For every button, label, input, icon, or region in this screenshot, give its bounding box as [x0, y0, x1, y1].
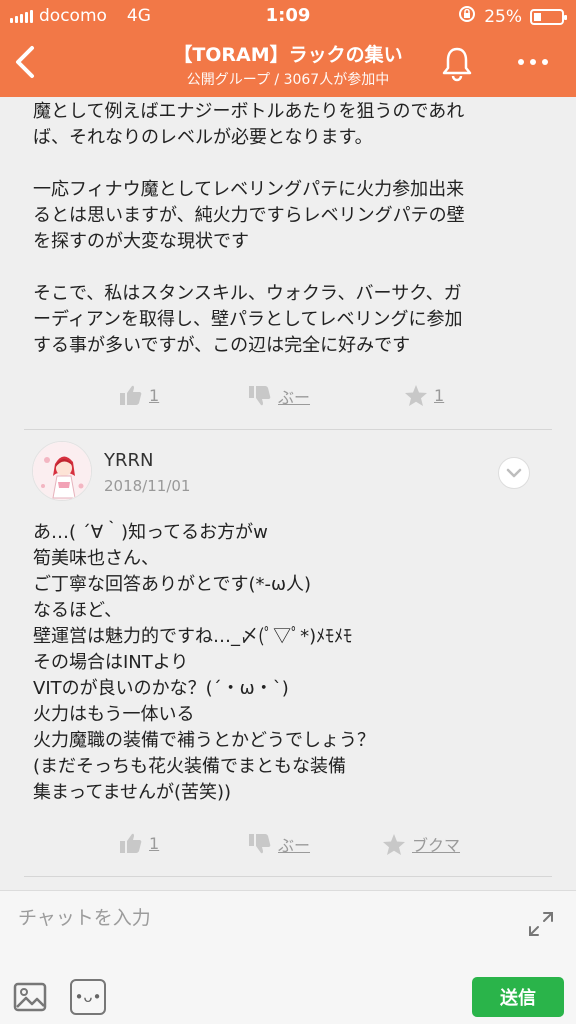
like-button[interactable]: 1 — [119, 832, 159, 854]
like-count: 1 — [149, 385, 160, 405]
author-name[interactable]: YRRN — [104, 450, 153, 471]
message-text: 魔として例えばエナジーボトルあたりを狙うのであれ ば、それなりのレベルが必要とな… — [33, 101, 465, 356]
like-count: 1 — [149, 833, 160, 853]
bookmark-label: ブクマ — [412, 836, 461, 855]
expand-arrows-icon — [529, 912, 553, 936]
bell-icon — [442, 47, 472, 82]
member-count: 公開グループ / 3067人が参加中 — [186, 72, 390, 88]
status-bar: docomo 4G 1:09 25% — [0, 0, 576, 32]
chat-input[interactable]: チャットを入力 — [18, 903, 508, 943]
smiley-icon: •ᴗ• — [74, 988, 102, 1006]
star-icon — [405, 385, 427, 406]
fullscreen-button[interactable] — [526, 909, 556, 939]
star-icon — [383, 833, 405, 855]
image-icon — [13, 982, 47, 1012]
page-title: 【TORAM】ラックの集い — [173, 44, 403, 66]
chevron-left-icon — [16, 46, 34, 78]
bookmark-button[interactable]: ブクマ — [382, 832, 460, 856]
dot-icon — [518, 59, 524, 65]
rotation-lock-icon — [458, 5, 476, 28]
back-button[interactable] — [8, 40, 44, 84]
message-text: あ…( ´∀｀)知ってるお方がw 筍美味也さん、 ご丁寧な回答ありがとです(*-… — [33, 522, 375, 803]
nav-bar: 【TORAM】ラックの集い 公開グループ / 3067人が参加中 — [0, 34, 576, 94]
boo-button[interactable]: ぶー — [248, 832, 310, 856]
app-header: docomo 4G 1:09 25% 【TORAM】ラックの集い 公開グループ … — [0, 0, 576, 97]
post-date: 2018/11/01 — [104, 477, 191, 495]
divider — [24, 876, 552, 877]
star-count: 1 — [434, 386, 445, 405]
sticker-button[interactable]: •ᴗ• — [70, 979, 106, 1015]
image-button[interactable] — [12, 979, 48, 1015]
boo-button[interactable]: ぶー — [248, 384, 310, 408]
avatar[interactable] — [32, 441, 92, 501]
star-button[interactable]: 1 — [404, 384, 444, 407]
thumbs-down-icon — [249, 834, 271, 854]
dot-icon — [542, 59, 548, 65]
dot-icon — [530, 59, 536, 65]
thumbs-up-icon — [120, 385, 142, 405]
expand-button[interactable] — [498, 457, 530, 489]
message-actions: 1 ぶー 1 — [0, 384, 576, 414]
message-actions: 1 ぶー ブクマ — [0, 832, 576, 862]
battery-icon — [530, 8, 567, 25]
like-button[interactable]: 1 — [119, 384, 159, 406]
divider — [24, 429, 552, 430]
thumbs-up-icon — [120, 833, 142, 853]
chevron-down-icon — [506, 468, 522, 478]
character-avatar-image — [33, 442, 91, 500]
group-title[interactable]: 【TORAM】ラックの集い 公開グループ / 3067人が参加中 — [80, 40, 496, 89]
notification-button[interactable] — [438, 44, 476, 82]
thumbs-down-icon — [249, 386, 271, 406]
more-menu-button[interactable] — [510, 48, 556, 76]
battery-percent: 25% — [484, 6, 522, 27]
send-button[interactable]: 送信 — [472, 977, 564, 1017]
boo-label: ぶー — [278, 388, 311, 407]
boo-label: ぶー — [278, 836, 311, 855]
